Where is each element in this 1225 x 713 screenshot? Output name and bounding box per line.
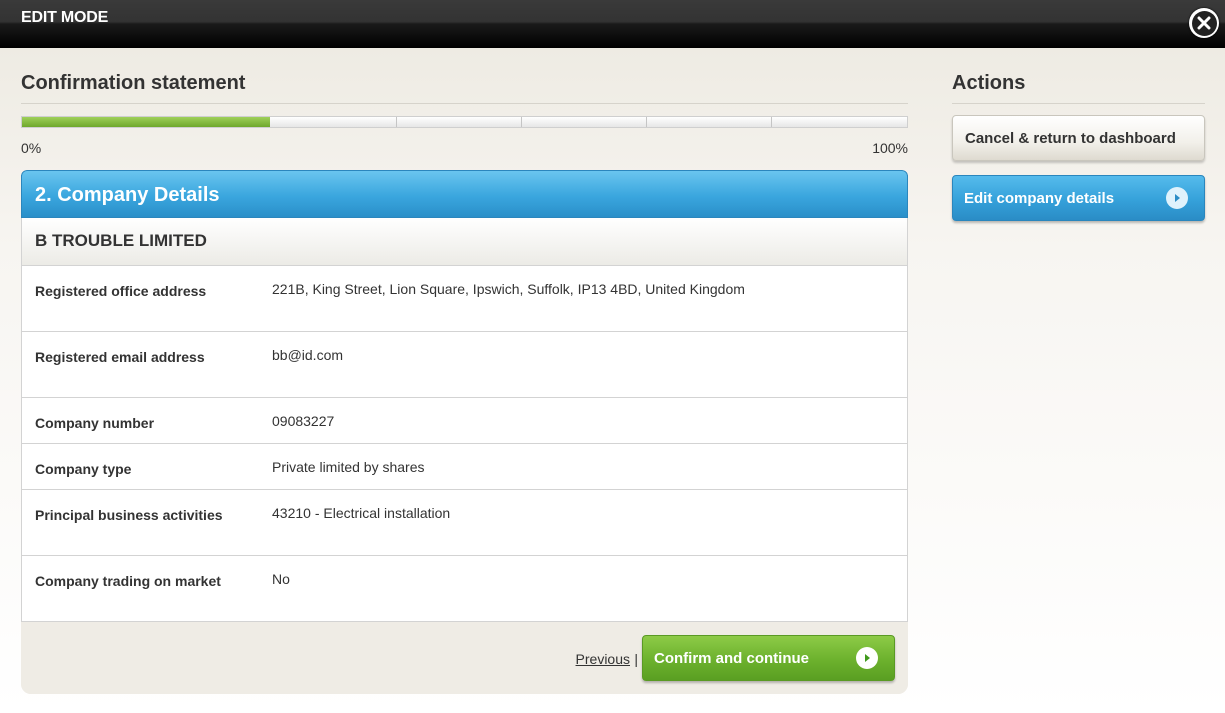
- row-value: Private limited by shares: [272, 459, 425, 475]
- table-row: Company number 09083227: [22, 398, 907, 444]
- close-button[interactable]: [1189, 8, 1219, 38]
- table-row: Company type Private limited by shares: [22, 444, 907, 490]
- cancel-return-dashboard-button[interactable]: Cancel & return to dashboard: [952, 115, 1205, 161]
- confirm-and-continue-button[interactable]: Confirm and continue: [642, 635, 895, 681]
- progress-min-label: 0%: [21, 140, 42, 156]
- card-header: 2. Company Details: [21, 170, 908, 218]
- cancel-button-label: Cancel & return to dashboard: [965, 130, 1176, 147]
- progress-labels: 0% 100%: [21, 140, 908, 156]
- row-value: bb@id.com: [272, 347, 344, 363]
- progress-tick: [771, 117, 772, 127]
- main-content: Confirmation statement 0% 100% 2. Compan…: [21, 48, 908, 694]
- row-label: Company number: [35, 415, 155, 431]
- card-footer: Previous | Confirm and continue: [21, 622, 908, 694]
- progress-tick: [396, 117, 397, 127]
- company-name: B TROUBLE LIMITED: [21, 218, 908, 266]
- details-table: Registered office address 221B, King Str…: [21, 266, 908, 622]
- row-value: 43210 - Electrical installation: [272, 505, 451, 521]
- progress-tick: [521, 117, 522, 127]
- company-details-card: 2. Company Details B TROUBLE LIMITED Reg…: [21, 170, 908, 694]
- row-value: 09083227: [272, 413, 335, 429]
- actions-panel: Actions Cancel & return to dashboard Edi…: [952, 48, 1205, 221]
- edit-company-details-button[interactable]: Edit company details: [952, 175, 1205, 221]
- table-row: Registered office address 221B, King Str…: [22, 266, 907, 332]
- top-bar: EDIT MODE: [0, 0, 1225, 48]
- progress-tick: [646, 117, 647, 127]
- arrow-right-icon: [1166, 187, 1188, 209]
- row-label: Principal business activities: [35, 507, 223, 523]
- confirm-button-label: Confirm and continue: [654, 650, 809, 667]
- row-value: No: [272, 571, 290, 587]
- row-label: Company type: [35, 461, 132, 477]
- row-label: Company trading on market: [35, 573, 221, 589]
- row-value: 221B, King Street, Lion Square, Ipswich,…: [272, 281, 745, 297]
- row-label: Registered office address: [35, 283, 207, 299]
- page-title: Confirmation statement: [21, 72, 908, 104]
- table-row: Company trading on market No: [22, 556, 907, 622]
- table-row: Principal business activities 43210 - El…: [22, 490, 907, 556]
- link-separator: |: [634, 651, 638, 667]
- page: Confirmation statement 0% 100% 2. Compan…: [0, 48, 1225, 713]
- progress-fill: [22, 117, 270, 127]
- arrow-right-icon: [856, 647, 878, 669]
- edit-button-label: Edit company details: [964, 190, 1115, 207]
- progress-bar: [21, 116, 908, 128]
- edit-mode-title: EDIT MODE: [21, 9, 109, 26]
- table-row: Registered email address bb@id.com: [22, 332, 907, 398]
- previous-link[interactable]: Previous: [576, 651, 630, 667]
- actions-title: Actions: [952, 72, 1205, 104]
- close-icon: [1191, 10, 1217, 36]
- row-label: Registered email address: [35, 349, 205, 365]
- progress-max-label: 100%: [872, 140, 908, 156]
